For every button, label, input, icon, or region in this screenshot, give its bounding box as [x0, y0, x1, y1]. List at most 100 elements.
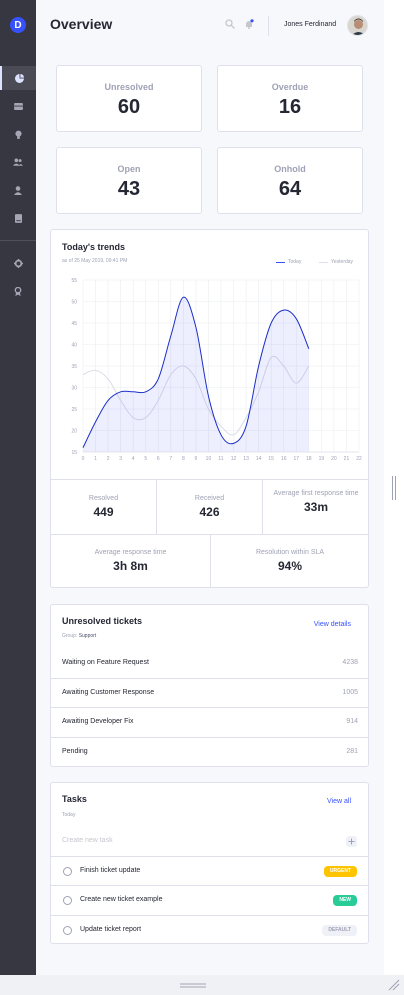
- x-tick-label: 16: [281, 456, 287, 462]
- ticket-row[interactable]: Awaiting Customer Response 1005: [51, 678, 368, 707]
- drag-handle-icon[interactable]: [180, 983, 206, 988]
- task-checkbox[interactable]: [63, 896, 72, 905]
- stat-card-overdue[interactable]: Overdue 16: [217, 65, 363, 132]
- legend-swatch-today: [276, 261, 285, 263]
- x-tick-label: 14: [256, 456, 262, 462]
- task-name: Finish ticket update: [80, 867, 141, 874]
- app-logo[interactable]: D: [10, 17, 26, 33]
- task-checkbox[interactable]: [63, 926, 72, 935]
- plus-icon: [348, 838, 355, 845]
- new-task-input[interactable]: Create new task: [62, 837, 113, 844]
- task-badge: NEW: [333, 895, 357, 906]
- ticket-row-name: Pending: [62, 748, 88, 755]
- x-tick-label: 15: [268, 456, 274, 462]
- view-all-link[interactable]: View all: [327, 798, 351, 805]
- legend-label-yesterday: Yesterday: [331, 259, 354, 265]
- search-icon[interactable]: [225, 19, 235, 29]
- trend-stat-value: 426: [199, 505, 220, 519]
- resize-corner-icon[interactable]: [388, 979, 400, 991]
- ticket-row-name: Awaiting Customer Response: [62, 689, 155, 696]
- ticket-row[interactable]: Waiting on Feature Request 4238: [51, 649, 368, 678]
- sidebar-item-settings[interactable]: [0, 251, 36, 275]
- x-tick-label: 11: [218, 456, 223, 462]
- trends-card: Today's trends as of 25 May 2019, 09:41 …: [50, 229, 369, 588]
- stat-card-onhold[interactable]: Onhold 64: [217, 147, 363, 214]
- trend-stat-label: Resolved: [88, 495, 119, 502]
- y-tick-label: 35: [71, 364, 77, 370]
- legend-label-today: Today: [288, 259, 302, 265]
- sidebar-item-ideas[interactable]: [0, 122, 36, 146]
- stat-value: 64: [278, 178, 302, 200]
- task-item[interactable]: Update ticket report DEFAULT: [51, 915, 368, 944]
- y-tick-label: 15: [71, 450, 77, 456]
- tasks-title: Tasks: [62, 794, 87, 804]
- avatar-image: [348, 16, 367, 35]
- ticket-row[interactable]: Awaiting Developer Fix 914: [51, 707, 368, 736]
- x-tick-label: 5: [144, 456, 147, 462]
- stat-card-open[interactable]: Open 43: [56, 147, 202, 214]
- resize-panel: [384, 0, 404, 975]
- stat-label: Open: [117, 164, 141, 174]
- trend-stat-sla: Resolution within SLA 94%: [211, 548, 369, 573]
- trend-stat-value: 94%: [277, 559, 303, 573]
- y-tick-label: 30: [71, 386, 77, 392]
- y-tick-label: 50: [71, 300, 77, 306]
- trends-title: Today's trends: [62, 242, 125, 252]
- book-icon: [14, 213, 22, 223]
- stat-label: Onhold: [274, 164, 306, 174]
- sidebar-item-overview[interactable]: [0, 66, 36, 90]
- sidebar-item-agents[interactable]: [0, 178, 36, 202]
- x-tick-label: 12: [231, 456, 237, 462]
- x-tick-label: 9: [195, 456, 198, 462]
- sidebar-item-tickets[interactable]: [0, 94, 36, 118]
- sidebar: D: [0, 0, 36, 975]
- stat-value: 60: [117, 96, 141, 118]
- page-title: Overview: [50, 16, 113, 32]
- y-tick-label: 55: [71, 278, 77, 284]
- trend-stat-value: 3h 8m: [113, 559, 148, 573]
- lightbulb-icon: [14, 130, 22, 139]
- y-tick-label: 40: [71, 343, 77, 349]
- trend-stat-label: Resolution within SLA: [255, 549, 325, 556]
- main-content: Overview Jones Ferdinand Unresolved 60 O…: [36, 0, 384, 975]
- task-item[interactable]: Finish ticket update URGENT: [51, 856, 368, 885]
- bell-icon[interactable]: [244, 19, 254, 29]
- x-tick-label: 18: [306, 456, 312, 462]
- add-task-button[interactable]: [346, 836, 357, 847]
- task-name: Create new ticket example: [80, 896, 163, 903]
- sidebar-item-contacts[interactable]: [0, 150, 36, 174]
- legend-yesterday: Yesterday: [319, 259, 353, 265]
- user-name[interactable]: Jones Ferdinand: [284, 21, 336, 28]
- group-filter: Group: Support: [62, 633, 96, 639]
- x-tick-label: 4: [132, 456, 135, 462]
- avatar[interactable]: [347, 15, 368, 36]
- bottom-bar: [0, 975, 404, 995]
- x-tick-label: 1: [94, 456, 97, 462]
- tasks-card: Tasks Today View all Create new task Fin…: [50, 782, 369, 944]
- task-item[interactable]: Create new ticket example NEW: [51, 885, 368, 914]
- stat-card-unresolved[interactable]: Unresolved 60: [56, 65, 202, 132]
- ticket-row-count: 4238: [342, 659, 358, 666]
- sidebar-item-subscription[interactable]: [0, 279, 36, 303]
- x-tick-label: 0: [82, 456, 85, 462]
- x-tick-label: 21: [344, 456, 350, 462]
- group-value: Support: [78, 633, 97, 639]
- x-tick-label: 8: [182, 456, 185, 462]
- sidebar-item-articles[interactable]: [0, 206, 36, 230]
- x-tick-label: 20: [331, 456, 337, 462]
- ticket-row-count: 281: [346, 748, 358, 755]
- ticket-row-name: Waiting on Feature Request: [62, 659, 149, 666]
- stat-value: 43: [117, 178, 141, 200]
- ticket-icon: [13, 102, 23, 110]
- resize-handle-line[interactable]: [392, 476, 393, 500]
- view-details-link[interactable]: View details: [314, 621, 351, 628]
- task-checkbox[interactable]: [63, 867, 72, 876]
- y-tick-label: 25: [71, 407, 77, 413]
- header-divider: [268, 16, 269, 36]
- x-tick-label: 19: [319, 456, 325, 462]
- ticket-row[interactable]: Pending 281: [51, 737, 368, 766]
- x-tick-label: 17: [293, 456, 299, 462]
- resize-handle-line[interactable]: [395, 476, 396, 500]
- unresolved-title: Unresolved tickets: [62, 616, 143, 626]
- legend-today: Today: [276, 259, 301, 265]
